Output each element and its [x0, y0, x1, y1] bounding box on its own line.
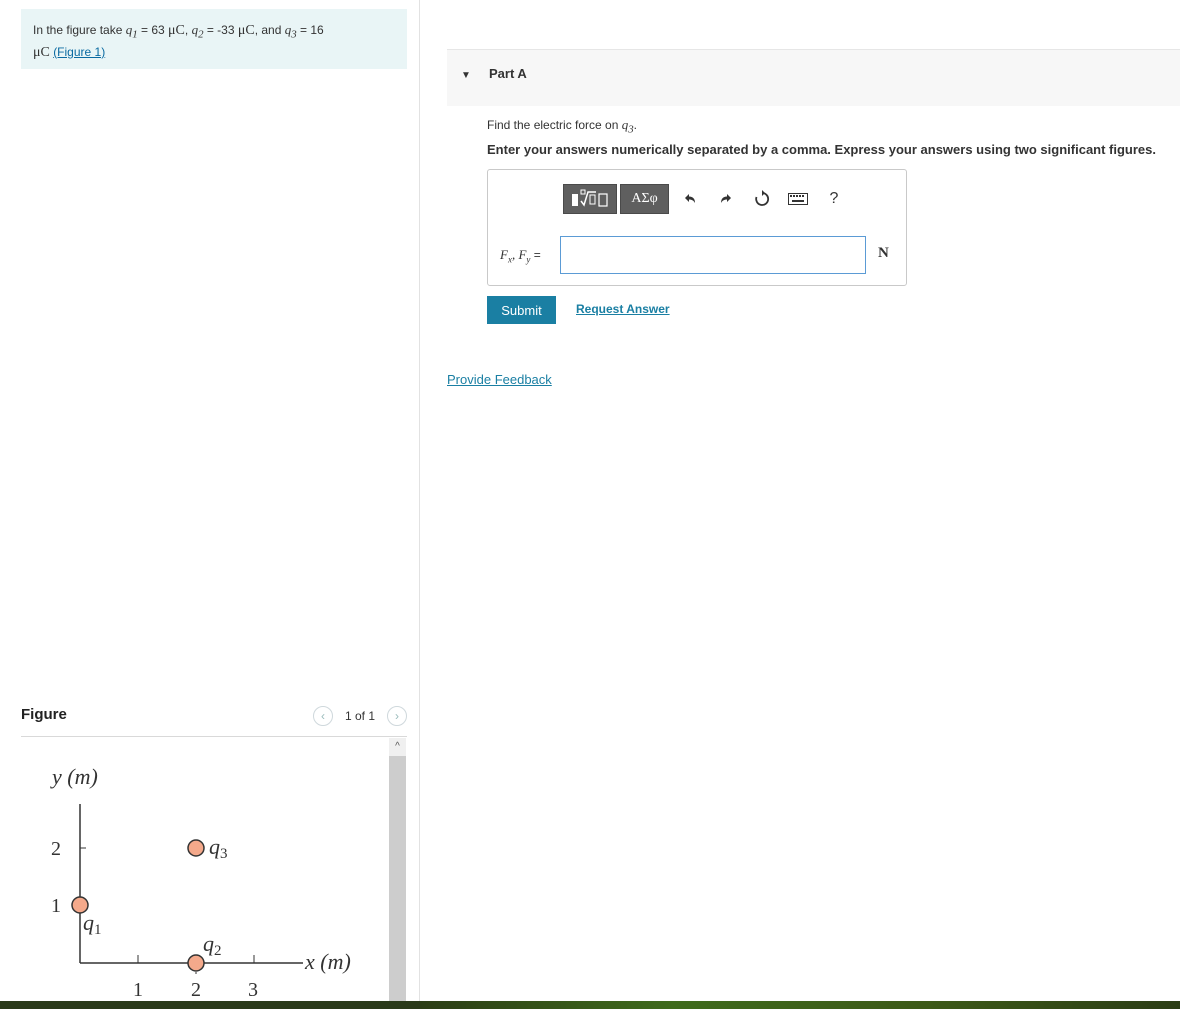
math-toolbar: ΑΣφ ? [563, 184, 852, 214]
problem-statement: In the figure take q1 = 63 μC, q2 = -33 … [21, 9, 407, 69]
provide-feedback-link[interactable]: Provide Feedback [447, 372, 552, 387]
redo-icon[interactable] [708, 184, 744, 214]
charge-q2 [187, 954, 205, 972]
question-text: Find the electric force on q3. [487, 117, 638, 136]
keyboard-icon[interactable] [780, 184, 816, 214]
charge-label-q3: q3 [209, 834, 228, 862]
left-panel: In the figure take q1 = 63 μC, q2 = -33 … [0, 0, 420, 1009]
x-tick-label-2: 2 [191, 979, 201, 1001]
answer-unit: N [878, 245, 889, 261]
greek-letters-button[interactable]: ΑΣφ [620, 184, 669, 214]
figure-title: Figure [21, 706, 67, 723]
charge-label-q2: q2 [203, 931, 222, 959]
chevron-left-icon[interactable]: ‹ [312, 706, 333, 726]
charge-q3 [187, 839, 205, 857]
panel-divider [419, 0, 420, 1009]
scroll-up-icon[interactable]: ^ [389, 738, 406, 754]
bottom-strip [0, 1001, 1180, 1009]
figure-scrollbar[interactable]: ^ [389, 738, 406, 1009]
figure-pager: ‹ 1 of 1 › [312, 706, 407, 726]
chevron-right-icon[interactable]: › [387, 706, 407, 726]
triangle-down-icon[interactable]: ▼ [461, 70, 471, 81]
templates-icon[interactable] [563, 184, 617, 214]
figure-header: Figure ‹ 1 of 1 › [21, 704, 407, 737]
answer-label: Fx, Fy = [500, 247, 541, 265]
pager-count: 1 of 1 [344, 709, 375, 723]
instructions-text: Enter your answers numerically separated… [487, 142, 1157, 157]
figure-link[interactable]: (Figure 1) [53, 45, 105, 59]
help-button[interactable]: ? [816, 184, 852, 214]
answer-box: ΑΣφ ? Fx, Fy = N [487, 169, 907, 286]
y-axis-label: y (m) [50, 764, 98, 789]
part-a-header[interactable]: ▼ Part A [447, 49, 1180, 106]
charge-diagram: y (m) x (m) 2 1 1 2 3 q1 q2 q3 [50, 764, 351, 1001]
answer-input[interactable] [560, 236, 866, 274]
charge-label-q1: q1 [83, 910, 102, 938]
x-tick-label-1: 1 [133, 979, 143, 1001]
request-answer-link[interactable]: Request Answer [576, 302, 670, 316]
undo-icon[interactable] [672, 184, 708, 214]
x-axis-label: x (m) [304, 949, 351, 974]
x-tick-label-3: 3 [248, 979, 258, 1001]
submit-button[interactable]: Submit [487, 296, 556, 324]
part-title: Part A [489, 66, 527, 81]
y-tick-label-2: 2 [51, 838, 61, 860]
y-tick-label-1: 1 [51, 895, 61, 917]
scrollbar-thumb[interactable] [389, 756, 406, 1009]
reset-icon[interactable] [744, 184, 780, 214]
figure-area: y (m) x (m) 2 1 1 2 3 q1 q2 q3 ^ [21, 738, 407, 1009]
